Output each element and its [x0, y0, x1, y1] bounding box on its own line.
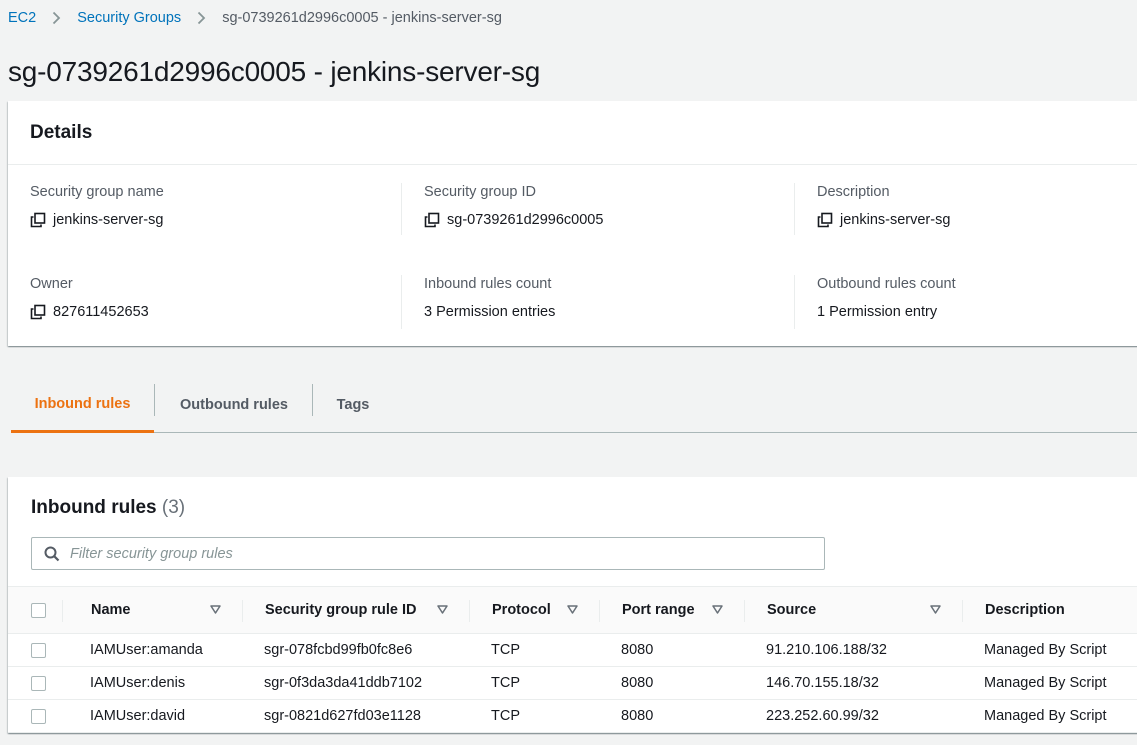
sg-id-value: sg-0739261d2996c0005: [447, 212, 604, 228]
table-row[interactable]: IAMUser:denis sgr-0f3da3da41ddb7102 TCP …: [8, 667, 1137, 700]
detail-label: Inbound rules count: [424, 276, 552, 292]
inbound-rules-count: (3): [161, 497, 186, 518]
cell-port-range: 8080: [621, 675, 654, 691]
copy-icon[interactable]: [817, 212, 833, 228]
cell-name: IAMUser:david: [90, 708, 186, 724]
cell-source: 91.210.106.188/32: [766, 642, 887, 658]
outbound-count-value: 1 Permission entry: [817, 304, 938, 320]
detail-inbound-count: Inbound rules count 3 Permission entries: [401, 275, 794, 329]
cell-rule-id: sgr-0f3da3da41ddb7102: [264, 675, 423, 691]
detail-outbound-count: Outbound rules count 1 Permission entry: [794, 275, 1137, 329]
select-all-header: [8, 587, 63, 634]
cell-description: Managed By Script: [984, 675, 1107, 691]
detail-value: 827611452653: [30, 303, 401, 321]
cell-name: IAMUser:amanda: [90, 642, 203, 658]
cell-rule-id: sgr-078fcbd99fb0fc8e6: [264, 642, 413, 658]
cell-name: IAMUser:denis: [90, 675, 186, 691]
inbound-rules-table: Name Security group rule ID Protocol Por…: [8, 586, 1137, 733]
column-header-rule-id[interactable]: Security group rule ID: [243, 587, 470, 634]
detail-value: sg-0739261d2996c0005: [424, 211, 794, 229]
chevron-right-icon: [52, 11, 61, 25]
inbound-rules-heading: Inbound rules (3): [31, 497, 185, 519]
row-checkbox[interactable]: [31, 675, 46, 691]
tab-inbound-rules[interactable]: Inbound rules: [11, 378, 154, 433]
breadcrumb: EC2 Security Groups sg-0739261d2996c0005…: [8, 10, 502, 26]
column-header-port-range[interactable]: Port range: [600, 587, 745, 634]
detail-label: Security group name: [30, 184, 164, 200]
detail-owner: Owner 827611452653: [8, 275, 401, 329]
tab-outbound-rules[interactable]: Outbound rules: [155, 378, 313, 432]
inbound-count-value: 3 Permission entries: [424, 304, 556, 320]
breadcrumb-current: sg-0739261d2996c0005 - jenkins-server-sg: [222, 10, 502, 26]
cell-source: 146.70.155.18/32: [766, 675, 879, 691]
column-header-protocol[interactable]: Protocol: [470, 587, 600, 634]
row-checkbox[interactable]: [31, 708, 46, 724]
cell-rule-id: sgr-0821d627fd03e1128: [264, 708, 421, 724]
detail-description: Description jenkins-server-sg: [794, 183, 1137, 235]
table-row[interactable]: IAMUser:david sgr-0821d627fd03e1128 TCP …: [8, 700, 1137, 733]
detail-sg-name: Security group name jenkins-server-sg: [8, 183, 401, 235]
cell-port-range: 8080: [621, 642, 654, 658]
detail-label: Security group ID: [424, 184, 537, 200]
filter-box: [31, 537, 825, 570]
detail-value: jenkins-server-sg: [817, 211, 1137, 229]
sort-icon[interactable]: [930, 605, 941, 614]
copy-icon[interactable]: [30, 304, 46, 320]
chevron-right-icon: [197, 11, 206, 25]
cell-description: Managed By Script: [984, 642, 1107, 658]
sort-icon[interactable]: [210, 605, 221, 614]
detail-value: jenkins-server-sg: [30, 211, 401, 229]
cell-description: Managed By Script: [984, 708, 1107, 724]
table-row[interactable]: IAMUser:amanda sgr-078fcbd99fb0fc8e6 TCP…: [8, 634, 1137, 667]
search-icon: [44, 546, 60, 561]
detail-label: Description: [817, 184, 890, 200]
description-value: jenkins-server-sg: [840, 212, 951, 228]
cell-port-range: 8080: [621, 708, 654, 724]
breadcrumb-security-groups-link[interactable]: Security Groups: [77, 10, 181, 26]
column-header-name[interactable]: Name: [63, 587, 243, 634]
tabs: Inbound rules Outbound rules Tags: [11, 378, 1137, 433]
inbound-rules-panel: Inbound rules (3) Name Security group ru…: [8, 477, 1137, 733]
copy-icon[interactable]: [30, 212, 46, 228]
details-header: Details: [8, 101, 1137, 165]
cell-source: 223.252.60.99/32: [766, 708, 879, 724]
sort-icon[interactable]: [567, 605, 578, 614]
detail-sg-id: Security group ID sg-0739261d2996c0005: [401, 183, 794, 235]
select-all-checkbox[interactable]: [31, 602, 46, 618]
column-header-source[interactable]: Source: [745, 587, 963, 634]
table-header-row: Name Security group rule ID Protocol Por…: [8, 586, 1137, 634]
page-title: sg-0739261d2996c0005 - jenkins-server-sg: [8, 56, 541, 87]
owner-value: 827611452653: [53, 304, 149, 320]
sort-icon[interactable]: [712, 605, 723, 614]
column-header-description[interactable]: Description: [963, 587, 1137, 634]
cell-protocol: TCP: [491, 675, 520, 691]
tab-tags[interactable]: Tags: [313, 378, 393, 432]
cell-protocol: TCP: [491, 642, 520, 658]
row-checkbox[interactable]: [31, 642, 46, 658]
cell-protocol: TCP: [491, 708, 520, 724]
details-panel: Details Security group name jenkins-serv…: [8, 101, 1137, 346]
sort-icon[interactable]: [437, 605, 448, 614]
detail-label: Owner: [30, 276, 73, 292]
detail-label: Outbound rules count: [817, 276, 956, 292]
filter-input[interactable]: [70, 545, 770, 562]
breadcrumb-ec2-link[interactable]: EC2: [8, 10, 36, 26]
copy-icon[interactable]: [424, 212, 440, 228]
sg-name-value: jenkins-server-sg: [53, 212, 164, 228]
inbound-rules-title: Inbound rules: [31, 497, 157, 518]
